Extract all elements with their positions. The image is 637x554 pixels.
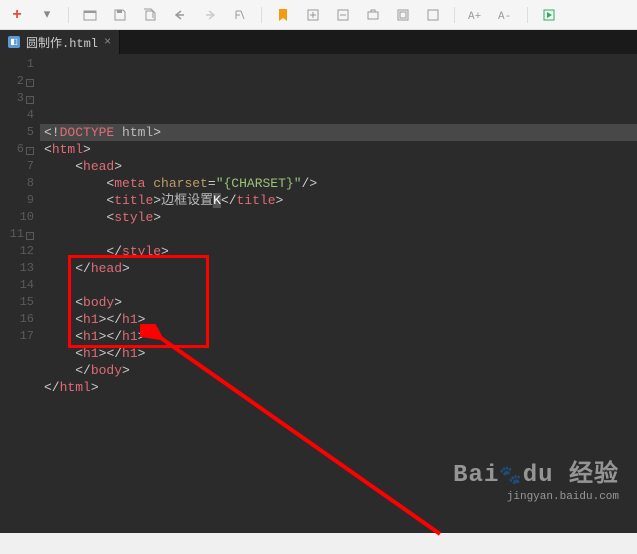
line-number: 1 (0, 56, 34, 73)
line-number: 8 (0, 175, 34, 192)
file-tab[interactable]: ◧ 圆制作.html × (0, 30, 120, 54)
separator (68, 7, 69, 23)
run-icon[interactable] (540, 6, 558, 24)
separator (454, 7, 455, 23)
line-number: 13 (0, 260, 34, 277)
app-window: + ▾ A+ A- ◧ 圆制作.html × 1 (0, 0, 637, 533)
watermark: Bai🐾du 经验 jingyan.baidu.com (453, 453, 619, 503)
annotation-box (68, 255, 209, 348)
line-number: 10 (0, 209, 34, 226)
tab-bar: ◧ 圆制作.html × (0, 30, 637, 54)
tool4-icon[interactable] (394, 6, 412, 24)
svg-text:A-: A- (498, 11, 511, 22)
line-number: 17 (0, 328, 34, 345)
new-file-button[interactable]: + (8, 6, 26, 24)
close-icon[interactable]: × (104, 35, 111, 49)
dropdown-icon[interactable]: ▾ (38, 6, 56, 24)
save-icon[interactable] (111, 6, 129, 24)
line-number: 15 (0, 294, 34, 311)
line-number: 4 (0, 107, 34, 124)
line-gutter: 1 2- 3- 4 5 6- 7 8 9 10 11- 12 13 14 15 … (0, 54, 40, 533)
line-number: 7 (0, 158, 34, 175)
toolbar: + ▾ A+ A- (0, 0, 637, 30)
save-all-icon[interactable] (141, 6, 159, 24)
font-decrease-icon[interactable]: A- (497, 6, 515, 24)
html-file-icon: ◧ (8, 36, 20, 48)
undo-icon[interactable] (171, 6, 189, 24)
line-number: 16 (0, 311, 34, 328)
tool3-icon[interactable] (364, 6, 382, 24)
tool5-icon[interactable] (424, 6, 442, 24)
line-number: 6- (0, 141, 34, 158)
line-number: 14 (0, 277, 34, 294)
line-number: 3- (0, 90, 34, 107)
line-number: 5 (0, 124, 34, 141)
open-icon[interactable] (81, 6, 99, 24)
tool1-icon[interactable] (304, 6, 322, 24)
redo-icon[interactable] (201, 6, 219, 24)
watermark-logo: Bai🐾du 经验 (453, 453, 619, 489)
watermark-url: jingyan.baidu.com (453, 491, 619, 503)
tool2-icon[interactable] (334, 6, 352, 24)
separator (261, 7, 262, 23)
font-increase-icon[interactable]: A+ (467, 6, 485, 24)
line-number: 9 (0, 192, 34, 209)
line-number: 12 (0, 243, 34, 260)
tab-filename: 圆制作.html (26, 34, 98, 51)
line-number: 2- (0, 73, 34, 90)
separator (527, 7, 528, 23)
format-icon[interactable] (231, 6, 249, 24)
line-number: 11- (0, 226, 34, 243)
svg-text:A+: A+ (468, 11, 481, 22)
bookmark-icon[interactable] (274, 6, 292, 24)
